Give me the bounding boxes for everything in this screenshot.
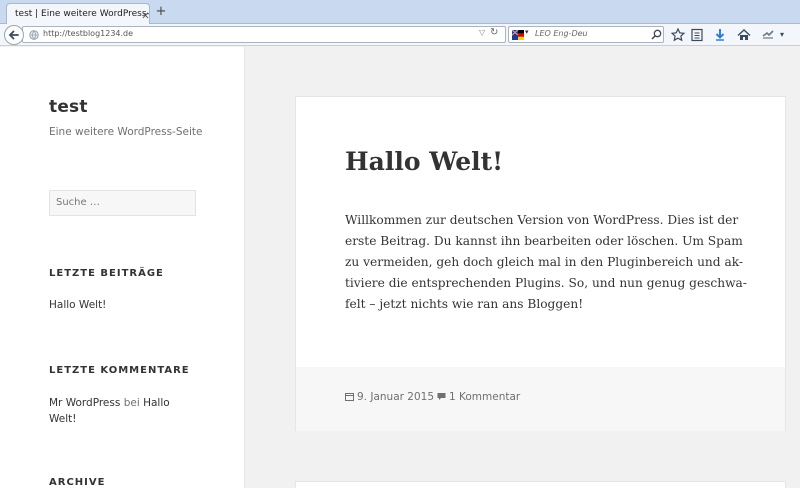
post-comments-text: 1 Kommentar xyxy=(449,391,521,403)
post-footer: 9. Januar 2015 1 Kommentar xyxy=(296,367,785,431)
recent-comment: Mr WordPress bei Hallo Welt! xyxy=(49,395,199,427)
overflow-menu-icon[interactable]: ▾ xyxy=(780,27,796,43)
recent-comments-heading: LETZTE KOMMENTARE xyxy=(49,365,190,376)
recent-post-link[interactable]: Hallo Welt! xyxy=(49,297,199,313)
post-comments[interactable]: 1 Kommentar xyxy=(437,391,520,403)
search-icon[interactable] xyxy=(651,29,662,40)
search-bar[interactable]: ▾ LEO Eng-Deu xyxy=(508,26,664,43)
bookmark-star-icon[interactable] xyxy=(670,27,686,43)
post-content-line: tiviere die entsprechenden Plugins. So, … xyxy=(345,276,747,290)
post-card: Hallo Welt! Willkommen zur deutschen Ver… xyxy=(295,96,786,431)
recent-posts-heading: LETZTE BEITRÄGE xyxy=(49,268,164,279)
bookmarks-list-icon[interactable] xyxy=(689,27,705,43)
search-engine-label: LEO Eng-Deu xyxy=(535,29,588,38)
back-button[interactable] xyxy=(4,25,24,45)
comment-icon xyxy=(437,393,446,400)
navigation-bar: http://testblog1234.de ▽ ↻ ▾ LEO Eng-Deu xyxy=(0,24,800,46)
post-title[interactable]: Hallo Welt! xyxy=(345,147,503,176)
download-icon[interactable] xyxy=(712,27,728,43)
archive-heading: ARCHIVE xyxy=(49,477,106,488)
calendar-icon xyxy=(345,393,354,401)
tab-strip: test | Eine weitere WordPress-S... ✕ + xyxy=(0,0,800,24)
browser-tab[interactable]: test | Eine weitere WordPress-S... ✕ xyxy=(6,3,150,24)
url-bar[interactable]: http://testblog1234.de ▽ ↻ xyxy=(22,26,506,43)
next-post-card xyxy=(295,481,786,488)
new-tab-button[interactable]: + xyxy=(154,4,168,20)
post-content-line: Willkommen zur deutschen Version von Wor… xyxy=(345,213,739,227)
webpage: test Eine weitere WordPress-Seite Suche … xyxy=(0,47,800,488)
post-content-line: zu vermeiden, geh doch gleich mal in den… xyxy=(345,255,744,269)
comment-connector: bei xyxy=(123,397,140,409)
post-content-line: felt – jetzt nichts wie ran ans Bloggen! xyxy=(345,297,584,311)
close-tab-icon[interactable]: ✕ xyxy=(141,12,149,22)
reload-icon[interactable]: ↻ xyxy=(490,27,498,38)
search-input[interactable]: Suche … xyxy=(49,190,196,216)
post-content-line: erste Beitrag. Du kannst ihn bearbeiten … xyxy=(345,234,743,248)
site-title[interactable]: test xyxy=(49,97,88,117)
post-content: Willkommen zur deutschen Version von Wor… xyxy=(345,210,747,315)
post-date-text: 9. Januar 2015 xyxy=(357,391,435,403)
leo-flag-icon xyxy=(512,30,524,40)
home-icon[interactable] xyxy=(736,27,752,43)
globe-icon xyxy=(29,30,39,40)
url-text: http://testblog1234.de xyxy=(43,29,134,38)
comment-author-link[interactable]: Mr WordPress xyxy=(49,397,120,409)
site-description: Eine weitere WordPress-Seite xyxy=(49,126,203,138)
addon-icon[interactable] xyxy=(760,27,776,43)
post-date[interactable]: 9. Januar 2015 xyxy=(345,391,434,403)
sidebar: test Eine weitere WordPress-Seite Suche … xyxy=(0,47,245,488)
url-dropdown-icon[interactable]: ▽ xyxy=(479,28,485,37)
back-arrow-icon xyxy=(8,30,19,40)
search-engine-dropdown-icon[interactable]: ▾ xyxy=(525,28,529,36)
tab-title: test | Eine weitere WordPress-S... xyxy=(15,9,150,19)
